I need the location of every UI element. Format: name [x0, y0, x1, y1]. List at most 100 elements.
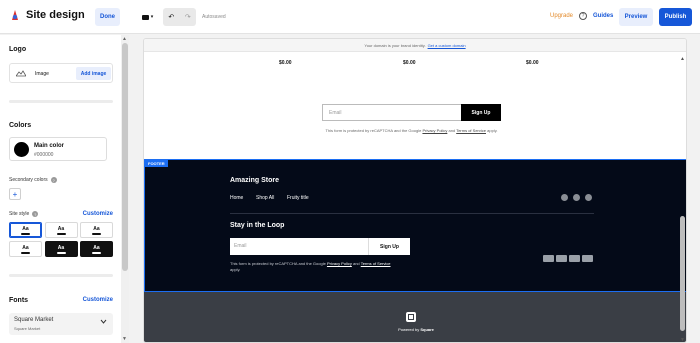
font-selector[interactable]: Square Market Square Market — [9, 313, 113, 335]
terms-link[interactable]: Terms of Service — [456, 128, 486, 133]
undo-button[interactable]: ↶ — [168, 13, 174, 21]
scrollbar-thumb[interactable] — [122, 43, 128, 271]
footer-divider — [230, 213, 594, 214]
product-price: $0.00 — [526, 60, 539, 66]
square-logo-icon — [406, 312, 416, 322]
privacy-policy-link[interactable]: Privacy Policy — [327, 261, 352, 266]
add-image-button[interactable]: Add image — [76, 67, 111, 80]
section-divider — [9, 100, 113, 103]
powered-by-brand: Square — [420, 327, 434, 332]
site-style-text: Site style — [9, 211, 30, 217]
recaptcha-and-text: and — [352, 261, 360, 266]
payment-card-icon — [556, 255, 567, 262]
social-icon[interactable] — [585, 194, 592, 201]
main-color-picker[interactable]: Main color #000000 — [9, 137, 107, 161]
info-icon[interactable]: ? — [32, 211, 39, 217]
domain-notice-text: Your domain is your brand identity. — [364, 42, 426, 48]
canvas-scrollbar[interactable]: ▲ ▼ — [679, 56, 687, 343]
info-icon[interactable]: ? — [50, 177, 57, 183]
custom-domain-link[interactable]: Get a custom domain — [428, 43, 466, 48]
style-swatch-text: Aa — [22, 244, 29, 251]
newsletter-signup-button[interactable]: Sign Up — [461, 104, 501, 121]
done-button[interactable]: Done — [95, 8, 120, 26]
style-swatch-button-preview — [21, 232, 30, 235]
store-name: Amazing Store — [230, 177, 280, 184]
style-swatch[interactable]: Aa — [80, 222, 113, 238]
autosaved-status: Autosaved — [202, 14, 226, 20]
newsletter-email-input[interactable]: Email — [322, 104, 462, 121]
payment-card-icon — [569, 255, 580, 262]
recaptcha-and-text: and — [448, 128, 456, 133]
style-swatch[interactable]: Aa — [44, 241, 78, 257]
font-subtitle: Square Market — [14, 326, 41, 331]
style-swatch-text: Aa — [93, 244, 100, 251]
style-swatch-text: Aa — [93, 225, 100, 232]
site-style-customize-link[interactable]: Customize — [83, 211, 113, 217]
footer-nav-home[interactable]: Home — [230, 195, 243, 201]
design-sidebar: Logo Image Add image Colors Main color #… — [0, 35, 121, 343]
guides-link[interactable]: Guides — [593, 13, 613, 19]
sidebar-scrollbar[interactable]: ▲ ▼ — [121, 35, 129, 343]
footer-section[interactable]: FOOTER Amazing Store Home Shop All Fruit… — [144, 159, 686, 292]
upgrade-link[interactable]: Upgrade — [550, 13, 573, 19]
page-title: Site design — [26, 9, 85, 21]
product-price: $0.00 — [279, 60, 292, 66]
font-name: Square Market — [14, 317, 54, 323]
footer-nav-fruity-title[interactable]: Fruity title — [287, 195, 309, 201]
style-swatch[interactable]: Aa — [9, 222, 42, 238]
style-swatch-text: Aa — [57, 225, 65, 232]
secondary-colors-text: Secondary colors — [9, 177, 48, 183]
chevron-down-icon: ▾ — [150, 14, 154, 20]
powered-by-label: Powered by — [398, 327, 420, 332]
footer-signup-button[interactable]: Sign Up — [368, 238, 410, 255]
style-swatch-button-preview — [56, 232, 66, 235]
device-selector[interactable]: ▾ — [137, 9, 158, 25]
recaptcha-apply-text: apply. — [230, 267, 241, 272]
scroll-up-icon[interactable]: ▲ — [680, 56, 685, 62]
style-swatch-button-preview — [92, 232, 101, 235]
brand: Site design — [10, 9, 85, 21]
style-swatch-button-preview — [92, 251, 101, 254]
site-design-logo-icon — [12, 10, 18, 20]
social-icon[interactable] — [561, 194, 568, 201]
style-swatch-text: Aa — [22, 225, 29, 232]
publish-button[interactable]: Publish — [659, 8, 692, 26]
recaptcha-notice: This form is protected by reCAPTCHA and … — [324, 128, 499, 134]
terms-link[interactable]: Terms of Service — [361, 261, 391, 266]
redo-button[interactable]: ↷ — [185, 13, 191, 21]
monitor-icon — [141, 14, 149, 20]
powered-by-text: Powered by Square — [144, 327, 686, 332]
footer-nav-shop-all[interactable]: Shop All — [256, 195, 274, 201]
style-swatch[interactable]: Aa — [44, 222, 78, 238]
footer-tag: FOOTER — [145, 160, 168, 167]
privacy-policy-link[interactable]: Privacy Policy — [422, 128, 447, 133]
scroll-down-icon[interactable]: ▼ — [680, 337, 685, 343]
footer-email-input[interactable]: Email — [230, 238, 370, 255]
logo-image-card: Image Add image — [9, 63, 113, 83]
style-swatch-button-preview — [56, 251, 66, 254]
scroll-down-icon[interactable]: ▼ — [122, 336, 127, 342]
preview-button[interactable]: Preview — [619, 8, 653, 26]
style-swatch[interactable]: Aa — [80, 241, 113, 257]
fonts-heading: Fonts — [9, 297, 29, 304]
site-preview-canvas: Your domain is your brand identity. Get … — [143, 38, 687, 343]
scrollbar-thumb[interactable] — [680, 216, 685, 331]
scroll-up-icon[interactable]: ▲ — [122, 36, 127, 42]
logo-heading: Logo — [9, 46, 27, 53]
help-icon[interactable]: ? — [579, 12, 587, 20]
add-secondary-color-button[interactable]: + — [9, 188, 21, 200]
secondary-colors-label: Secondary colors ? — [9, 177, 57, 183]
social-icon[interactable] — [573, 194, 580, 201]
main-color-value: #000000 — [34, 152, 54, 158]
main-color-label: Main color — [34, 143, 65, 149]
site-style-label: Site style ? — [9, 211, 39, 217]
style-swatch-button-preview — [21, 251, 30, 254]
style-swatch[interactable]: Aa — [9, 241, 42, 257]
powered-by-section: Powered by Square — [144, 292, 686, 342]
recaptcha-text: This form is protected by reCAPTCHA and … — [230, 261, 326, 266]
site-style-grid: Aa Aa Aa Aa Aa Aa — [9, 222, 113, 257]
fonts-customize-link[interactable]: Customize — [83, 297, 113, 303]
undo-redo-group: ↶ ↷ — [163, 8, 196, 26]
recaptcha-text: This form is protected by reCAPTCHA and … — [325, 128, 422, 133]
footer-recaptcha-notice: This form is protected by reCAPTCHA and … — [230, 261, 402, 273]
